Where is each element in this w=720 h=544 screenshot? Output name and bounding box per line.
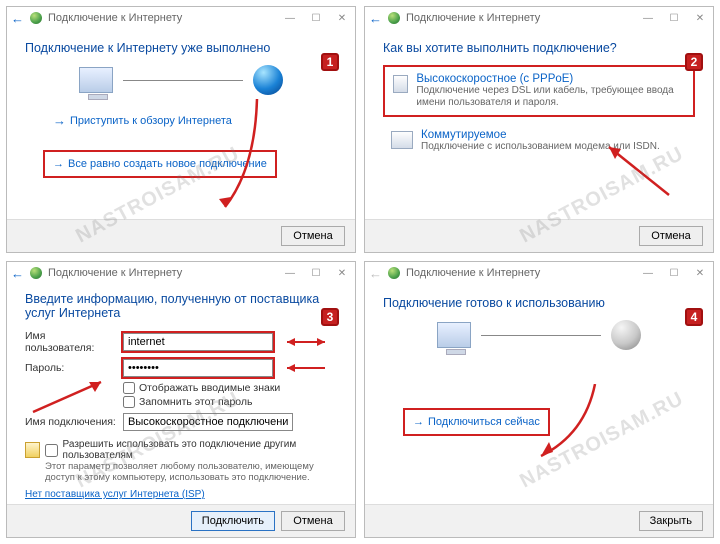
window-title: Подключение к Интернету [48, 267, 182, 279]
checkbox-input[interactable] [45, 444, 58, 457]
back-icon[interactable]: ← [369, 11, 382, 26]
maximize-icon[interactable]: ☐ [665, 268, 683, 279]
allow-others-desc: Этот параметр позволяет любому пользоват… [45, 461, 337, 483]
allow-others[interactable]: Разрешить использовать это подключение д… [25, 439, 337, 461]
window-title: Подключение к Интернету [406, 267, 540, 279]
checkbox-remember[interactable]: Запомнить этот пароль [123, 396, 253, 408]
option-title: Коммутируемое [421, 129, 660, 141]
page-heading: Введите информацию, полученную от постав… [25, 292, 337, 320]
connection-line [123, 80, 243, 81]
row-conn-name: Имя подключения: [25, 413, 337, 431]
titlebar: ← Подключение к Интернету — ☐ ✕ [7, 262, 355, 284]
dialog-step-4: ← Подключение к Интернету — ☐ ✕ 4 Подклю… [364, 261, 714, 538]
cancel-button[interactable]: Отмена [281, 226, 345, 246]
annotation-arrow [279, 337, 329, 347]
row-username: Имя пользователя: [25, 330, 337, 354]
maximize-icon[interactable]: ☐ [307, 13, 325, 24]
computer-icon [79, 67, 113, 93]
minimize-icon[interactable]: — [639, 268, 657, 279]
page-heading: Подключение к Интернету уже выполнено [25, 41, 337, 55]
connection-name-input[interactable] [123, 413, 293, 431]
dialog-step-2: ← Подключение к Интернету — ☐ ✕ 2 Как вы… [364, 6, 714, 253]
arrow-right-icon: → [53, 158, 64, 170]
option-dialup[interactable]: Коммутируемое Подключение с использовани… [383, 123, 695, 159]
dialog-footer: Отмена [365, 219, 713, 252]
internet-globe-icon [253, 65, 283, 95]
dialog-footer: Закрыть [365, 504, 713, 537]
checkbox-input[interactable] [123, 382, 135, 394]
titlebar: ← Подключение к Интернету — ☐ ✕ [7, 7, 355, 29]
globe-icon [388, 12, 400, 24]
label-password: Пароль: [25, 362, 117, 374]
step-badge: 1 [321, 53, 339, 71]
page-heading: Как вы хотите выполнить подключение? [383, 41, 695, 55]
modem-icon [391, 131, 413, 149]
window-title: Подключение к Интернету [406, 12, 540, 24]
titlebar: ← Подключение к Интернету — ☐ ✕ [365, 262, 713, 284]
dialog-step-1: ← Подключение к Интернету — ☐ ✕ 1 Подклю… [6, 6, 356, 253]
back-icon: ← [369, 266, 382, 281]
create-new-connection-link[interactable]: → Все равно создать новое подключение [43, 150, 277, 178]
step-badge: 4 [685, 308, 703, 326]
cancel-button[interactable]: Отмена [281, 511, 345, 531]
dialog-footer: Отмена [7, 219, 355, 252]
annotation-arrow [279, 363, 329, 373]
network-graphic [383, 320, 695, 350]
password-input[interactable] [123, 359, 273, 377]
close-button[interactable]: Закрыть [639, 511, 703, 531]
globe-icon [30, 12, 42, 24]
modem-icon [393, 75, 408, 93]
shield-icon [25, 442, 40, 458]
minimize-icon[interactable]: — [281, 13, 299, 24]
close-icon[interactable]: ✕ [691, 13, 709, 24]
minimize-icon[interactable]: — [639, 13, 657, 24]
arrow-right-icon: → [53, 113, 66, 128]
dialog-footer: Подключить Отмена [7, 504, 355, 537]
browse-internet-link[interactable]: → Приступить к обзору Интернета [53, 113, 337, 128]
titlebar: ← Подключение к Интернету — ☐ ✕ [365, 7, 713, 29]
internet-globe-icon [611, 320, 641, 350]
label-username: Имя пользователя: [25, 330, 117, 354]
option-pppoe[interactable]: Высокоскоростное (с PPPoE) Подключение ч… [383, 65, 695, 117]
globe-icon [388, 267, 400, 279]
row-checks: Отображать вводимые знаки Запомнить этот… [123, 382, 337, 408]
computer-icon [437, 322, 471, 348]
connect-now-link[interactable]: → Подключиться сейчас [403, 408, 550, 436]
option-description: Подключение через DSL или кабель, требую… [416, 85, 685, 109]
label-conn-name: Имя подключения: [25, 416, 117, 428]
option-title: Высокоскоростное (с PPPoE) [416, 73, 685, 85]
no-isp-link[interactable]: Нет поставщика услуг Интернета (ISP) [25, 489, 337, 500]
annotation-arrow [31, 376, 111, 416]
row-password: Пароль: [25, 359, 337, 377]
step-badge: 3 [321, 308, 339, 326]
close-icon[interactable]: ✕ [691, 268, 709, 279]
cancel-button[interactable]: Отмена [639, 226, 703, 246]
page-heading: Подключение готово к использованию [383, 296, 695, 310]
arrow-right-icon: → [413, 416, 424, 428]
window-title: Подключение к Интернету [48, 12, 182, 24]
checkbox-input[interactable] [123, 396, 135, 408]
connection-line [481, 335, 601, 336]
maximize-icon[interactable]: ☐ [307, 268, 325, 279]
dialog-step-3: ← Подключение к Интернету — ☐ ✕ 3 Введит… [6, 261, 356, 538]
close-icon[interactable]: ✕ [333, 13, 351, 24]
connect-button[interactable]: Подключить [191, 511, 275, 531]
minimize-icon[interactable]: — [281, 268, 299, 279]
maximize-icon[interactable]: ☐ [665, 13, 683, 24]
option-description: Подключение с использованием модема или … [421, 141, 660, 153]
network-graphic [25, 65, 337, 95]
close-icon[interactable]: ✕ [333, 268, 351, 279]
step-badge: 2 [685, 53, 703, 71]
back-icon[interactable]: ← [11, 266, 24, 281]
globe-icon [30, 267, 42, 279]
username-input[interactable] [123, 333, 273, 351]
back-icon[interactable]: ← [11, 11, 24, 26]
checkbox-show-chars[interactable]: Отображать вводимые знаки [123, 382, 280, 394]
